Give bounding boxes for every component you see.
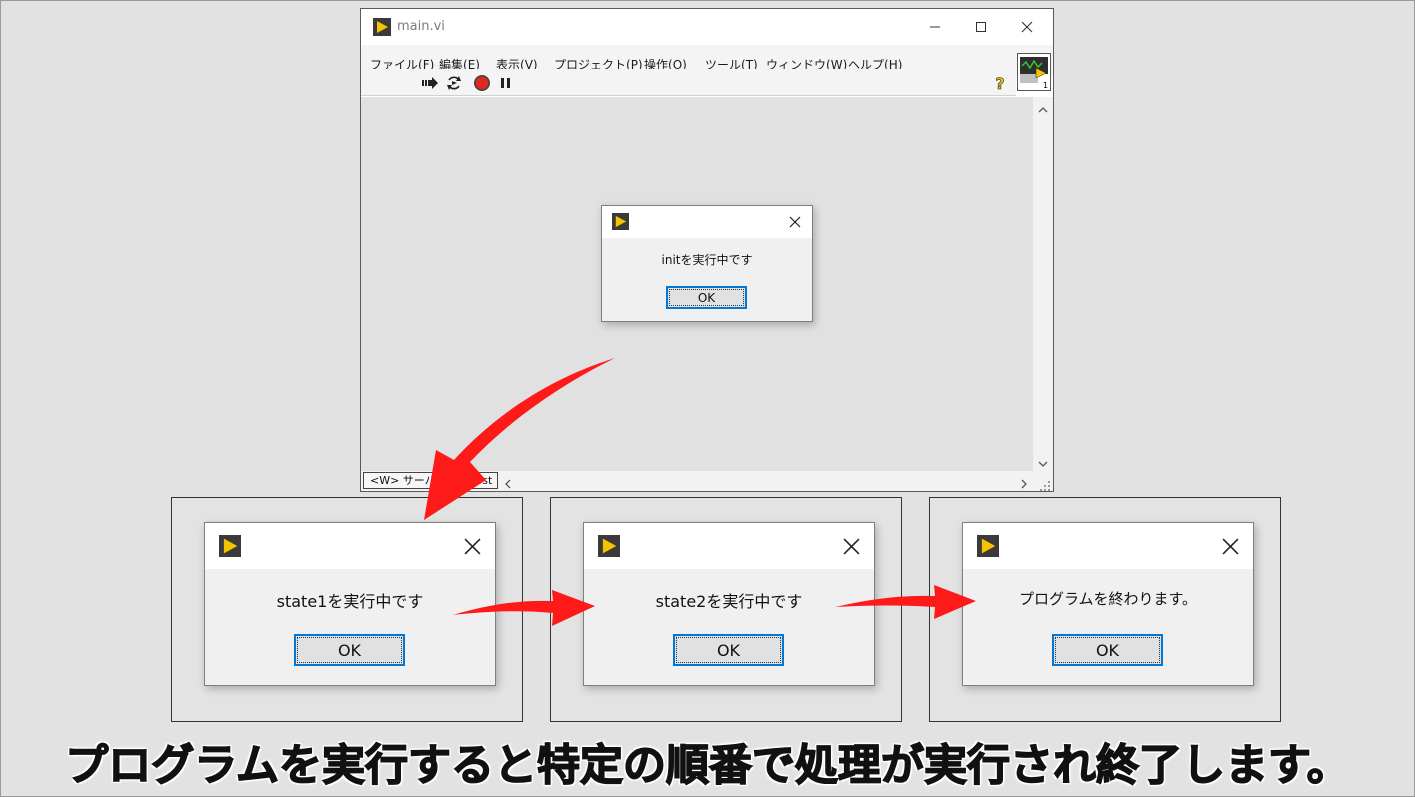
resize-grip-icon[interactable]	[1039, 477, 1051, 491]
end-dialog-message: プログラムを終わります。	[1018, 590, 1198, 608]
run-arrow-icon[interactable]	[421, 74, 439, 92]
end-dialog-title-bar[interactable]	[963, 523, 1253, 569]
chevron-left-icon[interactable]	[502, 475, 514, 489]
vi-icon-connector-pane[interactable]: 1	[1017, 53, 1051, 91]
vertical-scrollbar[interactable]	[1033, 97, 1053, 471]
labview-app-icon	[219, 535, 241, 557]
run-continuously-icon[interactable]	[445, 74, 463, 92]
state2-dialog-close-button[interactable]	[828, 523, 874, 569]
labview-app-icon	[598, 535, 620, 557]
init-dialog: initを実行中です OK	[601, 205, 813, 322]
close-button[interactable]	[1004, 9, 1050, 45]
labview-app-icon	[977, 535, 999, 557]
labview-app-icon	[373, 18, 391, 36]
explanation-caption: プログラムを実行すると特定の順番で処理が実行され終了します。	[65, 740, 1351, 792]
context-help-icon[interactable]: ?	[991, 74, 1009, 92]
state1-dialog-close-button[interactable]	[449, 523, 495, 569]
end-dialog: プログラムを終わります。 OK	[962, 522, 1254, 686]
labview-app-icon	[612, 213, 629, 230]
chevron-right-icon[interactable]	[1018, 475, 1030, 489]
state1-ok-button[interactable]: OK	[294, 634, 405, 666]
status-and-horizontal-scrollbar: <W> サーバ: localhost	[361, 471, 1053, 491]
chevron-up-icon[interactable]	[1037, 101, 1049, 113]
state2-dialog-title-bar[interactable]	[584, 523, 874, 569]
chevron-down-icon[interactable]	[1037, 455, 1049, 467]
state2-dialog-message: state2を実行中です	[655, 592, 803, 611]
abort-execution-icon[interactable]	[473, 74, 491, 92]
state1-dialog: state1を実行中です OK	[204, 522, 496, 686]
svg-text:?: ?	[995, 74, 1004, 92]
application-instance-tab[interactable]: <W> サーバ: localhost	[363, 472, 498, 489]
pause-icon[interactable]	[497, 74, 515, 92]
state2-dialog: state2を実行中です OK	[583, 522, 875, 686]
state1-dialog-title-bar[interactable]	[205, 523, 495, 569]
state2-ok-button[interactable]: OK	[673, 634, 784, 666]
end-ok-button[interactable]: OK	[1052, 634, 1163, 666]
init-dialog-close-button[interactable]	[778, 206, 812, 238]
connector-number: 1	[1043, 81, 1048, 90]
window-title: main.vi	[397, 19, 445, 34]
state1-dialog-message: state1を実行中です	[276, 592, 424, 611]
title-bar[interactable]: main.vi	[361, 9, 1053, 45]
maximize-button[interactable]	[958, 9, 1004, 45]
toolbar: ?	[361, 69, 1016, 96]
init-ok-button[interactable]: OK	[666, 286, 747, 309]
init-dialog-title-bar[interactable]	[602, 206, 812, 238]
minimize-button[interactable]	[912, 9, 958, 45]
init-dialog-message: initを実行中です	[661, 253, 753, 267]
end-dialog-close-button[interactable]	[1207, 523, 1253, 569]
